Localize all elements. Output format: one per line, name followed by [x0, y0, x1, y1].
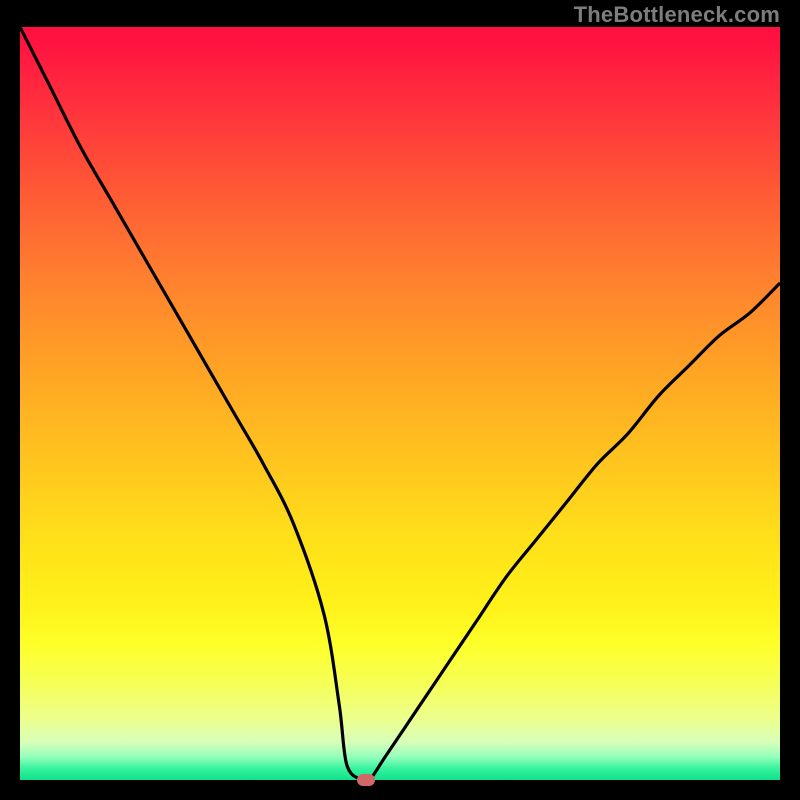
- plot-area: [20, 27, 780, 780]
- curve-path: [20, 27, 780, 780]
- attribution-label: TheBottleneck.com: [574, 2, 780, 28]
- chart-frame: TheBottleneck.com: [0, 0, 800, 800]
- optimal-point-marker: [357, 774, 375, 786]
- bottleneck-curve: [20, 27, 780, 780]
